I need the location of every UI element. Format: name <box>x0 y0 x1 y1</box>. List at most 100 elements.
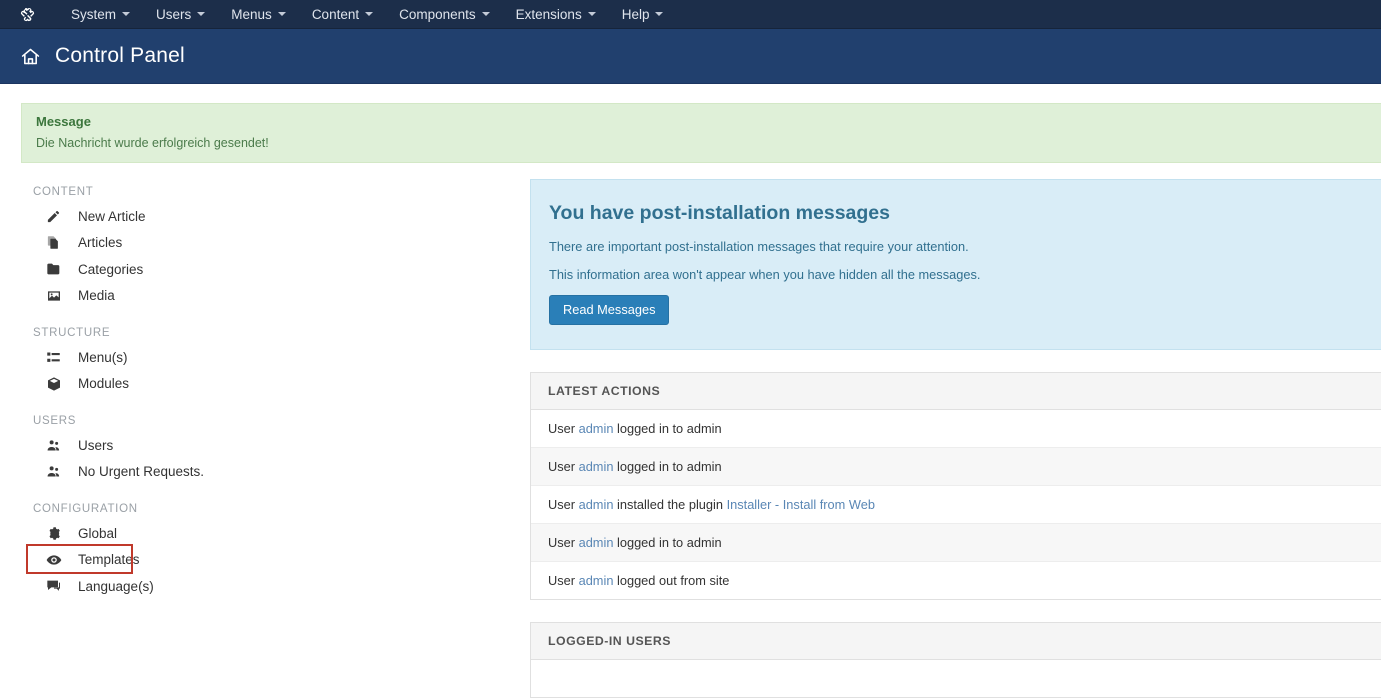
message-alert: Message Die Nachricht wurde erfolgreich … <box>21 103 1381 163</box>
plugin-link[interactable]: Installer - Install from Web <box>727 497 875 512</box>
sidebar-item-label: Global <box>78 526 117 541</box>
sidebar-item-label: Articles <box>78 235 122 250</box>
sidebar-item-label: Menu(s) <box>78 350 128 365</box>
user-link[interactable]: admin <box>579 535 614 550</box>
latest-actions-panel: LATEST ACTIONS User admin logged in to a… <box>530 372 1381 600</box>
sidebar-item-modules[interactable]: Modules <box>33 371 263 398</box>
chevron-down-icon <box>365 12 373 16</box>
logged-in-users-panel: LOGGED-IN USERS <box>530 622 1381 698</box>
joomla-logo-icon[interactable] <box>12 0 42 29</box>
copy-icon <box>46 235 68 250</box>
nav-item-label: Content <box>312 0 359 29</box>
sidebar-item-global[interactable]: Global <box>33 520 263 547</box>
table-row: User admin logged out from site <box>531 562 1381 599</box>
chevron-down-icon <box>588 12 596 16</box>
sidebar-item-label: Categories <box>78 262 143 277</box>
nav-item-users[interactable]: Users <box>143 0 218 29</box>
nav-item-label: Menus <box>231 0 272 29</box>
table-row <box>531 660 1381 697</box>
sidebar-heading-structure: STRUCTURE <box>33 327 530 339</box>
users-icon <box>46 438 68 453</box>
sidebar-item-templates[interactable]: Templates <box>33 547 263 574</box>
sidebar-item-articles[interactable]: Articles <box>33 230 263 257</box>
eye-icon <box>46 552 68 568</box>
row-text: installed the plugin <box>613 497 726 512</box>
chevron-down-icon <box>278 12 286 16</box>
nav-item-system[interactable]: System <box>58 0 143 29</box>
user-link[interactable]: admin <box>579 459 614 474</box>
nav-item-menus[interactable]: Menus <box>218 0 299 29</box>
row-text: logged in to admin <box>613 421 721 436</box>
chevron-down-icon <box>482 12 490 16</box>
sidebar: CONTENT New Article Articles Categories … <box>0 176 530 636</box>
cube-icon <box>46 376 68 392</box>
table-row: User admin logged in to admin <box>531 524 1381 562</box>
row-text: logged out from site <box>613 573 729 588</box>
nav-menu: System Users Menus Content Components Ex… <box>58 0 676 29</box>
sidebar-heading-configuration: CONFIGURATION <box>33 503 530 515</box>
nav-item-label: Help <box>622 0 650 29</box>
nav-item-help[interactable]: Help <box>609 0 677 29</box>
page-header: Control Panel <box>0 29 1381 84</box>
sidebar-item-label: Users <box>78 438 113 453</box>
sidebar-item-categories[interactable]: Categories <box>33 256 263 283</box>
comment-icon <box>46 578 68 594</box>
logged-in-users-heading: LOGGED-IN USERS <box>531 623 1381 660</box>
info-panel-title: You have post-installation messages <box>549 202 1357 225</box>
user-link[interactable]: admin <box>579 421 614 436</box>
home-icon <box>20 46 41 67</box>
nav-item-extensions[interactable]: Extensions <box>503 0 609 29</box>
alert-text: Die Nachricht wurde erfolgreich gesendet… <box>36 136 1367 150</box>
users-icon <box>46 464 68 479</box>
row-text: logged in to admin <box>613 535 721 550</box>
sidebar-item-no-urgent-requests[interactable]: No Urgent Requests. <box>33 459 263 486</box>
info-panel-line-2: This information area won't appear when … <box>549 267 1357 282</box>
nav-item-label: Extensions <box>516 0 582 29</box>
chevron-down-icon <box>655 12 663 16</box>
nav-item-label: Components <box>399 0 476 29</box>
content-area: CONTENT New Article Articles Categories … <box>0 176 1381 636</box>
table-row: User admin logged in to admin <box>531 410 1381 448</box>
sidebar-item-label: Media <box>78 288 115 303</box>
row-prefix: User <box>548 421 579 436</box>
nav-item-components[interactable]: Components <box>386 0 503 29</box>
sidebar-item-new-article[interactable]: New Article <box>33 203 263 230</box>
user-link[interactable]: admin <box>579 573 614 588</box>
chevron-down-icon <box>122 12 130 16</box>
sidebar-item-label: Templates <box>78 552 140 567</box>
user-link[interactable]: admin <box>579 497 614 512</box>
sidebar-heading-content: CONTENT <box>33 186 530 198</box>
sidebar-item-label: Language(s) <box>78 579 154 594</box>
sidebar-item-users[interactable]: Users <box>33 432 263 459</box>
alert-title: Message <box>36 114 1367 129</box>
sidebar-item-languages[interactable]: Language(s) <box>33 573 263 600</box>
pencil-icon <box>46 209 68 224</box>
top-navbar: System Users Menus Content Components Ex… <box>0 0 1381 29</box>
table-row: User admin installed the plugin Installe… <box>531 486 1381 524</box>
nav-item-content[interactable]: Content <box>299 0 386 29</box>
info-panel-line-1: There are important post-installation me… <box>549 239 1357 254</box>
main-content: You have post-installation messages Ther… <box>530 176 1381 636</box>
row-prefix: User <box>548 573 579 588</box>
latest-actions-heading: LATEST ACTIONS <box>531 373 1381 410</box>
read-messages-button[interactable]: Read Messages <box>549 295 669 325</box>
sidebar-item-media[interactable]: Media <box>33 283 263 310</box>
post-installation-messages-panel: You have post-installation messages Ther… <box>530 179 1381 350</box>
sidebar-heading-users: USERS <box>33 415 530 427</box>
table-row: User admin logged in to admin <box>531 448 1381 486</box>
sidebar-item-label: New Article <box>78 209 146 224</box>
sidebar-item-label: No Urgent Requests. <box>78 464 204 479</box>
folder-icon <box>46 261 68 277</box>
row-prefix: User <box>548 535 579 550</box>
image-icon <box>46 288 68 304</box>
row-prefix: User <box>548 459 579 474</box>
sidebar-item-label: Modules <box>78 376 129 391</box>
chevron-down-icon <box>197 12 205 16</box>
list-icon <box>46 350 68 365</box>
sidebar-item-menus[interactable]: Menu(s) <box>33 344 263 371</box>
nav-item-label: System <box>71 0 116 29</box>
gear-icon <box>46 526 68 541</box>
row-prefix: User <box>548 497 579 512</box>
nav-item-label: Users <box>156 0 191 29</box>
row-text: logged in to admin <box>613 459 721 474</box>
